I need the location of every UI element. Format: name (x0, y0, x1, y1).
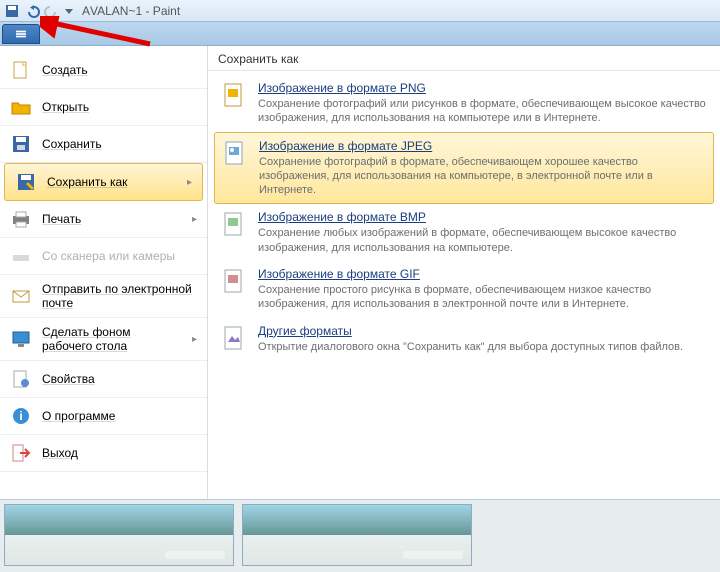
menu-label: Печать (42, 212, 182, 226)
png-file-icon (220, 81, 248, 109)
menu-label: Отправить по электронной почте (42, 282, 197, 310)
bmp-file-icon (220, 210, 248, 238)
exit-icon (10, 442, 32, 464)
format-bmp[interactable]: Изображение в формате BMP Сохранение люб… (214, 204, 714, 261)
scanner-icon (10, 245, 32, 267)
menu-label: Сохранить (42, 137, 197, 151)
window-thumbnail[interactable] (4, 504, 234, 566)
properties-icon (10, 368, 32, 390)
gif-file-icon (220, 267, 248, 295)
info-icon: i (10, 405, 32, 427)
menu-label: Открыть (42, 100, 197, 114)
format-desc: Сохранение любых изображений в формате, … (258, 226, 708, 255)
menu-item-exit[interactable]: Выход (0, 435, 207, 472)
file-menu-button[interactable] (2, 24, 40, 44)
format-other[interactable]: Другие форматы Открытие диалогового окна… (214, 318, 714, 360)
menu-label: Свойства (42, 372, 197, 386)
svg-text:i: i (19, 409, 22, 423)
taskbar-thumbnails (0, 500, 720, 572)
chevron-right-icon: ▸ (187, 177, 192, 188)
format-title: Изображение в формате BMP (258, 210, 708, 224)
format-jpeg[interactable]: Изображение в формате JPEG Сохранение фо… (214, 132, 714, 205)
format-title: Изображение в формате PNG (258, 81, 708, 95)
open-folder-icon (10, 96, 32, 118)
desktop-icon (10, 328, 32, 350)
file-menu-backstage: Создать Открыть Сохранить Сохранить как … (0, 46, 720, 500)
menu-item-scanner: Со сканера или камеры (0, 238, 207, 275)
menu-item-send-email[interactable]: Отправить по электронной почте (0, 275, 207, 318)
chevron-right-icon: ▸ (192, 334, 197, 345)
menu-label: О программе (42, 409, 197, 423)
quick-access-toolbar (4, 3, 74, 19)
format-title: Изображение в формате JPEG (259, 139, 707, 153)
menu-label: Сохранить как (47, 175, 177, 189)
menu-item-new[interactable]: Создать (0, 52, 207, 89)
ribbon-tabs (0, 22, 720, 46)
format-list: Изображение в формате PNG Сохранение фот… (208, 71, 720, 364)
menu-item-about[interactable]: i О программе (0, 398, 207, 435)
menu-item-save[interactable]: Сохранить (0, 126, 207, 163)
format-desc: Открытие диалогового окна "Сохранить как… (258, 340, 683, 354)
menu-item-wallpaper[interactable]: Сделать фоном рабочего стола ▸ (0, 318, 207, 361)
format-desc: Сохранение фотографий в формате, обеспеч… (259, 155, 707, 198)
submenu-header: Сохранить как (208, 46, 720, 71)
new-file-icon (10, 59, 32, 81)
format-title: Другие форматы (258, 324, 683, 338)
undo-icon[interactable] (24, 3, 40, 19)
menu-label: Создать (42, 63, 197, 77)
save-as-icon (15, 171, 37, 193)
menu-label: Со сканера или камеры (42, 249, 197, 263)
window-thumbnail[interactable] (242, 504, 472, 566)
jpeg-file-icon (221, 139, 249, 167)
format-desc: Сохранение фотографий или рисунков в фор… (258, 97, 708, 126)
save-disk-icon (10, 133, 32, 155)
save-as-submenu: Сохранить как Изображение в формате PNG … (208, 46, 720, 499)
email-icon (10, 285, 32, 307)
redo-icon[interactable] (44, 3, 60, 19)
format-desc: Сохранение простого рисунка в формате, о… (258, 283, 708, 312)
format-gif[interactable]: Изображение в формате GIF Сохранение про… (214, 261, 714, 318)
menu-label: Сделать фоном рабочего стола (42, 325, 182, 353)
other-formats-icon (220, 324, 248, 352)
qat-dropdown-icon[interactable] (64, 3, 74, 19)
title-bar: АVALAN~1 - Paint (0, 0, 720, 22)
format-png[interactable]: Изображение в формате PNG Сохранение фот… (214, 75, 714, 132)
file-menu-list: Создать Открыть Сохранить Сохранить как … (0, 46, 208, 499)
format-title: Изображение в формате GIF (258, 267, 708, 281)
printer-icon (10, 208, 32, 230)
menu-label: Выход (42, 446, 197, 460)
window-title: АVALAN~1 - Paint (82, 4, 180, 18)
menu-item-save-as[interactable]: Сохранить как ▸ (4, 163, 203, 201)
menu-item-properties[interactable]: Свойства (0, 361, 207, 398)
save-icon[interactable] (4, 3, 20, 19)
chevron-right-icon: ▸ (192, 214, 197, 225)
menu-item-print[interactable]: Печать ▸ (0, 201, 207, 238)
menu-item-open[interactable]: Открыть (0, 89, 207, 126)
